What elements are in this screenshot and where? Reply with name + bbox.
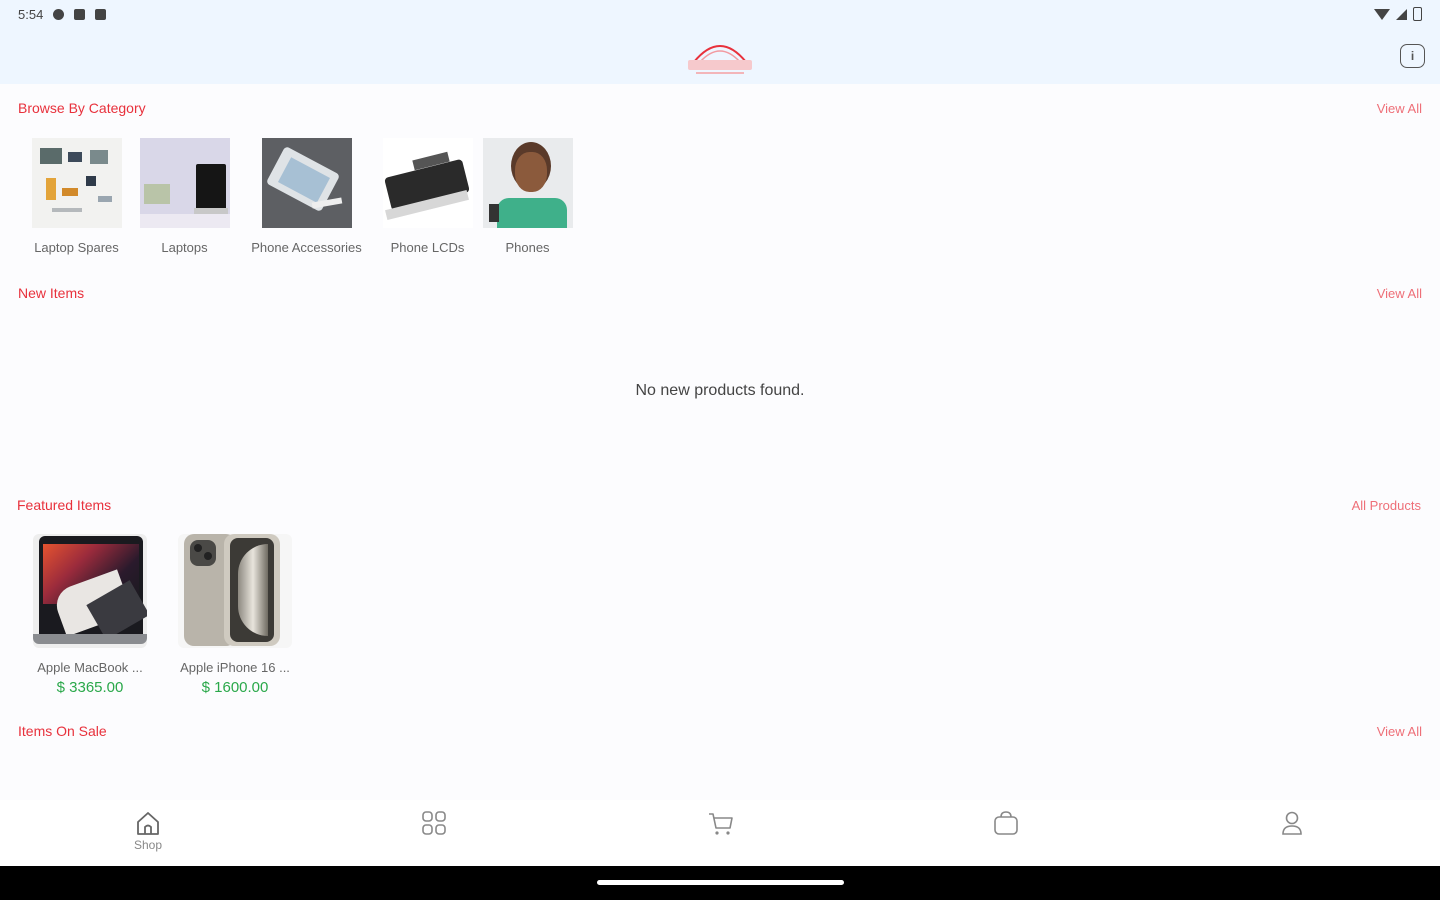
notification-icon xyxy=(74,8,86,20)
system-gesture-bar xyxy=(0,866,1440,900)
category-label: Laptops xyxy=(161,240,208,255)
new-items-header: New Items View All xyxy=(18,285,1422,301)
grid-icon xyxy=(422,811,446,835)
app-header: i xyxy=(0,28,1440,84)
category-image xyxy=(261,138,352,228)
nav-label: Shop xyxy=(133,838,163,852)
featured-title: Featured Items xyxy=(17,497,112,513)
product-image xyxy=(178,534,292,648)
category-phone-accessories[interactable]: Phone Accessories xyxy=(239,138,374,255)
nav-shop[interactable]: Shop xyxy=(108,808,188,852)
home-gesture-handle[interactable] xyxy=(597,880,844,885)
no-new-products-message: No new products found. xyxy=(635,382,805,399)
category-image xyxy=(382,138,473,228)
cart-icon xyxy=(709,813,733,835)
category-laptops[interactable]: Laptops xyxy=(117,138,252,255)
status-right xyxy=(1374,7,1422,21)
signal-icon xyxy=(1396,8,1407,20)
categories-title: Browse By Category xyxy=(18,100,146,116)
on-sale-view-all-link[interactable]: View All xyxy=(1377,724,1422,739)
category-image xyxy=(31,138,122,228)
status-left: 5:54 xyxy=(18,6,107,22)
on-sale-title: Items On Sale xyxy=(18,723,107,739)
shield-icon xyxy=(53,8,65,20)
brand-logo[interactable] xyxy=(684,34,756,78)
product-price: $ 3365.00 xyxy=(56,679,124,696)
featured-header: Featured Items All Products xyxy=(17,497,1421,513)
new-items-title: New Items xyxy=(18,285,85,301)
bottom-navigation: Shop xyxy=(0,800,1440,866)
category-phones[interactable]: Phones xyxy=(460,138,595,255)
product-price: $ 1600.00 xyxy=(201,679,269,696)
wifi-icon xyxy=(1374,8,1390,20)
status-bar: 5:54 xyxy=(0,0,1440,28)
user-icon xyxy=(1282,811,1302,835)
category-label: Phones xyxy=(505,240,550,255)
nav-orders[interactable] xyxy=(966,808,1046,838)
category-image xyxy=(139,138,230,228)
categories-view-all-link[interactable]: View All xyxy=(1377,101,1422,116)
info-icon[interactable]: i xyxy=(1400,44,1425,68)
all-products-link[interactable]: All Products xyxy=(1352,498,1421,513)
sim-icon xyxy=(95,8,107,20)
home-icon xyxy=(137,812,159,835)
product-name: Apple MacBook ... xyxy=(37,660,143,675)
categories-header: Browse By Category View All xyxy=(18,100,1422,116)
product-card[interactable]: Apple MacBook ... $ 3365.00 xyxy=(26,534,154,696)
category-label: Phone Accessories xyxy=(251,240,362,255)
status-time: 5:54 xyxy=(18,6,44,22)
product-image xyxy=(33,534,147,648)
battery-icon xyxy=(1413,7,1422,21)
category-image xyxy=(482,138,573,228)
nav-profile[interactable] xyxy=(1252,808,1332,838)
product-name: Apple iPhone 16 ... xyxy=(180,660,290,675)
nav-cart[interactable] xyxy=(681,808,761,838)
product-card[interactable]: Apple iPhone 16 ... $ 1600.00 xyxy=(171,534,299,696)
new-items-view-all-link[interactable]: View All xyxy=(1377,286,1422,301)
on-sale-header: Items On Sale View All xyxy=(18,723,1422,739)
bag-icon xyxy=(994,811,1018,835)
nav-categories[interactable] xyxy=(394,808,474,838)
